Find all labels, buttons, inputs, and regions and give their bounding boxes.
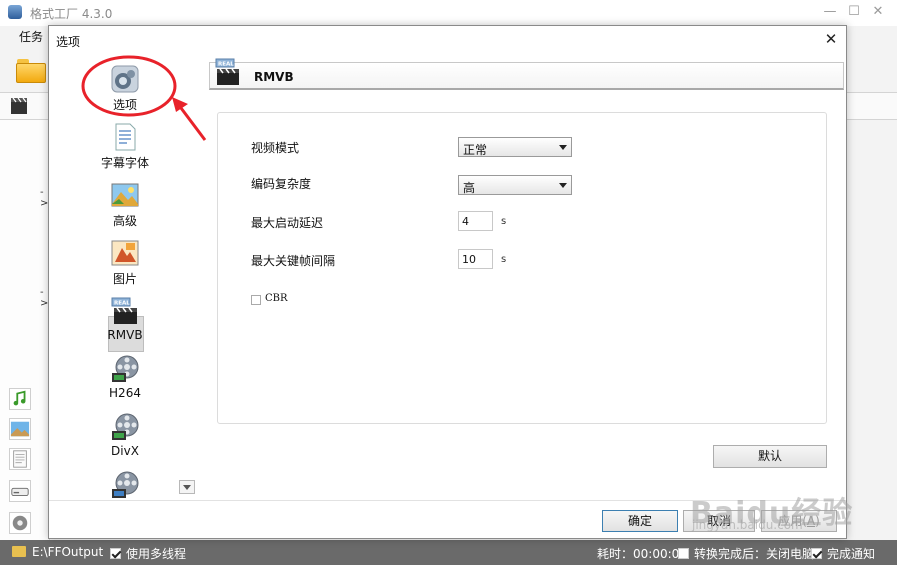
- scroll-down-icon[interactable]: [179, 480, 195, 494]
- checkbox-icon: [678, 548, 689, 559]
- video-tab-icon[interactable]: [10, 97, 28, 115]
- category-rmvb[interactable]: REAL RMVB: [89, 292, 161, 348]
- film-reel-icon: [112, 471, 139, 498]
- encode-complexity-select[interactable]: 高: [458, 175, 572, 195]
- section-header: REAL RMVB: [209, 58, 844, 90]
- film-reel-icon: [112, 355, 139, 382]
- dialog-close-icon[interactable]: ✕: [823, 31, 839, 47]
- notify-checkbox[interactable]: 完成通知: [811, 545, 875, 562]
- video-mode-select[interactable]: 正常: [458, 137, 572, 157]
- category-divx[interactable]: DivX: [89, 408, 161, 464]
- multithread-checkbox[interactable]: 使用多线程: [110, 545, 186, 562]
- unit-label: s: [501, 254, 507, 265]
- audio-category-icon[interactable]: [9, 388, 31, 410]
- real-clapperboard-icon: REAL: [215, 58, 239, 85]
- folder-icon: [12, 546, 26, 557]
- real-clapperboard-icon: REAL: [111, 297, 137, 324]
- max-start-delay-input[interactable]: 4: [458, 211, 493, 231]
- category-label: 选项: [112, 98, 137, 112]
- app-title: 格式工厂 4.3.0: [30, 7, 113, 21]
- minimize-icon[interactable]: —: [822, 4, 838, 20]
- unit-label: s: [501, 216, 507, 227]
- gear-camera-icon: [111, 65, 139, 93]
- app-icon: [8, 5, 22, 19]
- checkbox-icon: [811, 548, 822, 559]
- chevron-down-icon: [559, 183, 567, 188]
- select-value: 高: [463, 181, 476, 195]
- dialog-titlebar: 选项 ✕: [49, 26, 846, 54]
- elapsed-time: 耗时：00:00:00: [597, 547, 687, 561]
- picture-category-icon[interactable]: [9, 418, 31, 440]
- output-folder-icon[interactable]: [16, 58, 46, 84]
- category-subtitle-font[interactable]: 字幕字体: [89, 118, 161, 174]
- category-list: 选项 字幕字体 高级 图片 REAL RMVB H264 DivX: [49, 54, 199, 500]
- main-titlebar: 格式工厂 4.3.0 — ☐ ✕: [0, 0, 897, 26]
- category-h264[interactable]: H264: [89, 350, 161, 406]
- menu-task[interactable]: 任务: [19, 28, 43, 45]
- dialog-title: 选项: [56, 35, 81, 49]
- select-value: 正常: [463, 143, 488, 157]
- max-start-delay-label: 最大启动延迟: [251, 216, 324, 230]
- status-bar: E:\FFOutput 使用多线程 耗时：00:00:00 转换完成后：关闭电脑…: [0, 540, 897, 565]
- max-keyframe-interval-label: 最大关键帧间隔: [251, 254, 336, 268]
- options-dialog: 选项 ✕ 选项 字幕字体 高级 图片 REAL RMVB H264 DivX R…: [48, 25, 847, 539]
- category-label: 字幕字体: [100, 156, 149, 170]
- default-button[interactable]: 默认: [713, 445, 827, 468]
- category-advanced[interactable]: 高级: [89, 176, 161, 232]
- baidu-watermark-url: jingyan.baidu.com: [692, 518, 803, 532]
- maximize-icon[interactable]: ☐: [846, 4, 862, 20]
- category-label: DivX: [111, 444, 139, 458]
- category-label: 高级: [112, 214, 137, 228]
- film-reel-icon: [112, 413, 139, 440]
- close-icon[interactable]: ✕: [870, 4, 886, 20]
- category-label: RMVB: [107, 328, 143, 342]
- section-title: RMVB: [254, 70, 294, 84]
- max-keyframe-interval-input[interactable]: 10: [458, 249, 493, 269]
- svg-text:REAL: REAL: [218, 62, 234, 68]
- cbr-checkbox[interactable]: [251, 295, 261, 305]
- rom-device-icon[interactable]: [9, 480, 31, 502]
- utilities-category-icon[interactable]: [9, 512, 31, 534]
- svg-text:REAL: REAL: [114, 301, 130, 307]
- encode-complexity-label: 编码复杂度: [251, 177, 312, 191]
- output-path[interactable]: E:\FFOutput: [12, 545, 103, 559]
- ok-button[interactable]: 确定: [602, 510, 678, 532]
- video-mode-label: 视频模式: [251, 141, 300, 155]
- category-options[interactable]: 选项: [89, 60, 161, 116]
- category-picture[interactable]: 图片: [89, 234, 161, 290]
- cbr-label: CBR: [265, 293, 288, 304]
- settings-panel: 视频模式 正常 编码复杂度 高 最大启动延迟 4 s 最大关键帧间隔 10 s …: [217, 112, 827, 424]
- chevron-down-icon: [559, 145, 567, 150]
- checkbox-icon: [110, 548, 121, 559]
- category-label: 图片: [112, 272, 137, 286]
- main-task-panel: -> ->: [0, 120, 50, 540]
- after-convert-checkbox[interactable]: 转换完成后：关闭电脑: [678, 545, 814, 562]
- picture-icon: [111, 240, 139, 266]
- document-category-icon[interactable]: [9, 448, 31, 470]
- landscape-icon: [111, 183, 139, 207]
- document-icon: [115, 123, 136, 151]
- category-label: H264: [109, 386, 141, 400]
- category-more[interactable]: [89, 466, 161, 500]
